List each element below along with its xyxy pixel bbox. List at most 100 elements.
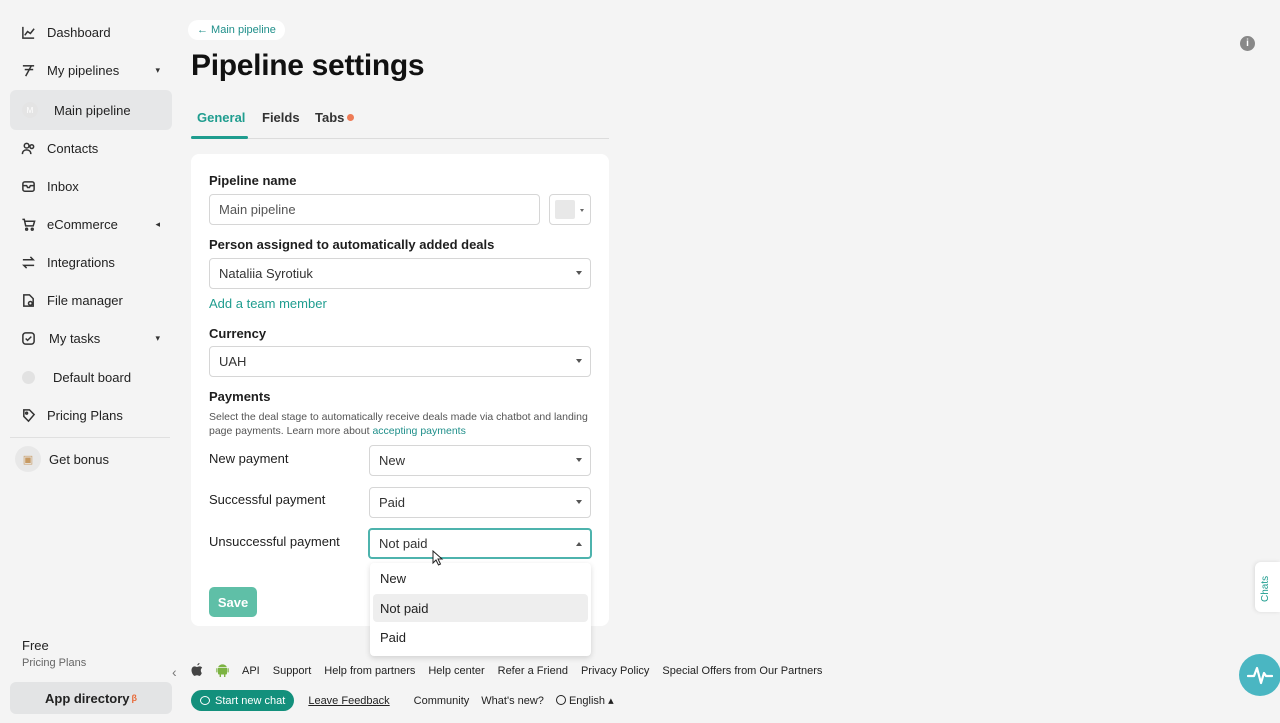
- unsuccessful-payment-label: Unsuccessful payment: [209, 534, 340, 549]
- beta-badge: β: [131, 693, 138, 703]
- globe-icon: [555, 695, 566, 705]
- color-swatch: [555, 200, 575, 219]
- dropdown-option-new[interactable]: New: [373, 564, 588, 592]
- apple-icon[interactable]: [191, 662, 203, 680]
- contacts-icon: [20, 140, 36, 156]
- sidebar-item-label: Get bonus: [49, 451, 109, 467]
- chevron-left-icon: ◂: [155, 218, 160, 229]
- chevron-down-icon: [580, 209, 584, 212]
- cart-icon: [20, 216, 36, 232]
- language-label: English: [568, 695, 606, 707]
- sidebar-item-my-tasks[interactable]: My tasks ▾: [10, 320, 172, 356]
- pipeline-color-picker[interactable]: [549, 194, 591, 225]
- currency-label: Currency: [209, 326, 267, 341]
- assignee-label: Person assigned to automatically added d…: [209, 237, 495, 252]
- start-new-chat-label: Start new chat: [215, 694, 286, 707]
- unsuccessful-payment-select[interactable]: Not paid: [368, 528, 592, 559]
- chats-tab-label: Chats: [1260, 575, 1271, 602]
- notification-dot: [347, 114, 355, 121]
- settings-tabs: General Fields Tabs: [191, 100, 609, 139]
- sidebar-item-file-manager[interactable]: File manager: [10, 282, 172, 318]
- sidebar-item-inbox[interactable]: Inbox: [10, 168, 172, 204]
- tab-tabs[interactable]: Tabs: [315, 110, 355, 125]
- inbox-icon: [20, 178, 36, 194]
- dot-icon: [22, 370, 35, 384]
- unsuccessful-payment-value: Not paid: [379, 536, 428, 551]
- community-link[interactable]: Community: [414, 695, 470, 707]
- whats-new-link[interactable]: What's new?: [481, 695, 544, 707]
- sidebar: Dashboard My pipelines ▾ M Main pipeline…: [0, 0, 180, 723]
- accepting-payments-link[interactable]: accepting payments: [372, 425, 465, 437]
- leave-feedback-link[interactable]: Leave Feedback: [308, 695, 389, 707]
- footer-link-privacy-policy[interactable]: Privacy Policy: [581, 665, 649, 677]
- pipeline-avatar: M: [22, 102, 38, 118]
- sidebar-item-label: My pipelines: [47, 62, 120, 78]
- dropdown-option-not-paid[interactable]: Not paid: [373, 594, 588, 622]
- dropdown-option-paid[interactable]: Paid: [373, 623, 588, 651]
- file-icon: [20, 292, 36, 308]
- tab-fields[interactable]: Fields: [262, 110, 300, 125]
- tab-label: Tabs: [315, 110, 345, 125]
- new-payment-select[interactable]: New: [369, 445, 591, 476]
- sidebar-item-get-bonus[interactable]: ▣ Get bonus: [10, 441, 172, 477]
- footer-link-help-center[interactable]: Help center: [428, 665, 484, 677]
- sidebar-item-label: Pricing Plans: [47, 407, 123, 423]
- sidebar-item-my-pipelines[interactable]: My pipelines ▾: [10, 52, 172, 88]
- successful-payment-select[interactable]: Paid: [369, 487, 591, 518]
- add-team-member-link[interactable]: Add a team member: [209, 296, 327, 311]
- language-selector[interactable]: English ▴: [555, 694, 614, 707]
- start-new-chat-button[interactable]: Start new chat: [191, 690, 295, 711]
- sidebar-item-contacts[interactable]: Contacts: [10, 130, 172, 166]
- sidebar-item-label: File manager: [47, 292, 123, 308]
- pipeline-icon: [20, 62, 36, 78]
- pipeline-name-label: Pipeline name: [209, 173, 297, 188]
- sidebar-item-label: My tasks: [49, 330, 101, 346]
- tag-icon: [20, 407, 36, 423]
- sidebar-item-main-pipeline[interactable]: M Main pipeline: [10, 90, 172, 130]
- mouse-cursor-icon: [432, 550, 444, 566]
- sidebar-item-dashboard[interactable]: Dashboard: [10, 14, 172, 50]
- currency-select[interactable]: UAH: [209, 346, 591, 377]
- footer-link-refer-a-friend[interactable]: Refer a Friend: [498, 665, 568, 677]
- chevron-down-icon: [576, 500, 582, 504]
- activity-widget-button[interactable]: [1239, 654, 1280, 696]
- successful-payment-label: Successful payment: [209, 492, 326, 507]
- sidebar-item-default-board[interactable]: Default board: [10, 359, 172, 395]
- app-directory-label: App directory: [44, 690, 130, 706]
- back-link[interactable]: ← Main pipeline: [188, 20, 285, 40]
- android-icon[interactable]: [216, 663, 229, 680]
- footer-link-api[interactable]: API: [242, 665, 260, 677]
- new-payment-value: New: [379, 453, 406, 468]
- footer-link-help-from-partners[interactable]: Help from partners: [324, 665, 415, 677]
- sidebar-item-label: Main pipeline: [54, 102, 131, 118]
- sidebar-divider: [10, 437, 170, 438]
- chart-line-icon: [20, 24, 36, 40]
- footer-link-support[interactable]: Support: [273, 665, 312, 677]
- footer-actions: Start new chat Leave Feedback Community …: [191, 690, 614, 711]
- tasks-icon: [20, 330, 36, 346]
- chevron-up-icon: [576, 542, 582, 546]
- assignee-select[interactable]: Nataliia Syrotiuk: [209, 258, 591, 289]
- plan-name: Free: [22, 638, 49, 653]
- tab-general[interactable]: General: [197, 110, 245, 125]
- sidebar-item-ecommerce[interactable]: eCommerce ◂: [10, 206, 172, 242]
- new-payment-label: New payment: [209, 451, 289, 466]
- sidebar-item-integrations[interactable]: Integrations: [10, 244, 172, 280]
- footer-link-special-offers[interactable]: Special Offers from Our Partners: [662, 665, 822, 677]
- chats-side-tab[interactable]: Chats: [1255, 562, 1280, 612]
- gift-icon: ▣: [15, 446, 41, 472]
- sidebar-item-label: Contacts: [47, 140, 99, 156]
- pricing-plans-link[interactable]: Pricing Plans: [22, 657, 86, 669]
- chevron-down-icon: [576, 359, 582, 363]
- app-directory-button[interactable]: App directory β: [10, 682, 172, 714]
- pipeline-name-input[interactable]: Main pipeline: [209, 194, 540, 225]
- collapse-sidebar-icon[interactable]: ‹: [172, 664, 177, 680]
- current-plan: Free Pricing Plans: [22, 638, 86, 669]
- sidebar-item-pricing-plans[interactable]: Pricing Plans: [10, 397, 172, 433]
- info-icon[interactable]: i: [1240, 36, 1255, 51]
- chevron-down-icon: ▾: [155, 332, 160, 343]
- successful-payment-value: Paid: [379, 495, 406, 510]
- save-button[interactable]: Save: [209, 587, 257, 617]
- currency-value: UAH: [219, 354, 247, 369]
- page-title: Pipeline settings: [191, 49, 425, 82]
